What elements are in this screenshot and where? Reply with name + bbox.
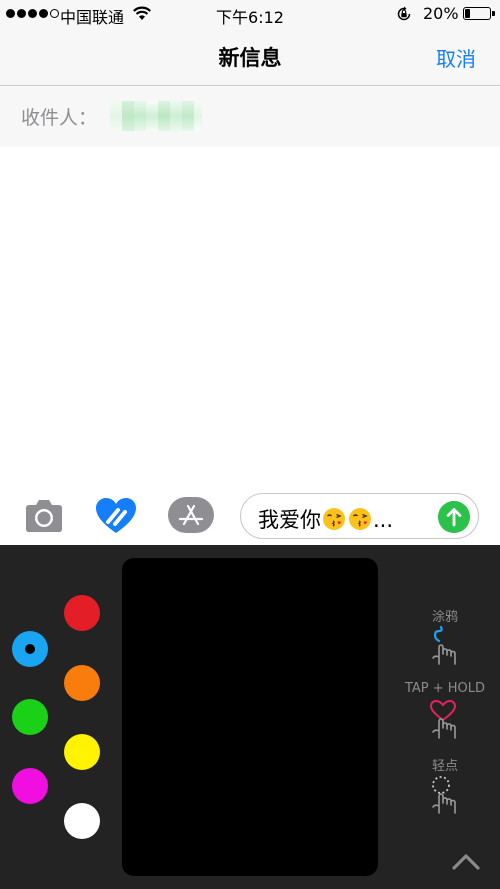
blur-pixel <box>110 101 122 131</box>
blur-pixel <box>194 101 202 131</box>
drawing-canvas[interactable] <box>122 558 378 876</box>
color-swatch-yellow[interactable] <box>64 734 100 770</box>
recipient-name-blurred[interactable] <box>110 101 202 131</box>
camera-icon[interactable] <box>23 496 65 536</box>
app-store-icon[interactable] <box>168 497 214 533</box>
battery-icon <box>463 7 495 20</box>
digital-touch-panel: 涂鸦 TAP + HOLD 轻点 <box>0 545 500 889</box>
message-text: 我爱你 ... <box>258 504 393 534</box>
chevron-up-icon[interactable] <box>450 850 482 872</box>
battery-percent: 20% <box>423 4 459 23</box>
orientation-lock-icon <box>397 6 411 21</box>
message-toolbar: 我爱你 ... <box>0 487 500 545</box>
finger-tap-icon <box>432 776 456 814</box>
status-bar: 中国联通 下午6:12 20% <box>0 0 500 28</box>
color-swatch-red[interactable] <box>64 595 100 631</box>
message-ellipsis: ... <box>373 508 394 532</box>
blur-pixel <box>158 101 170 131</box>
finger-heartbeat-icon <box>429 699 457 739</box>
recipient-label: 收件人： <box>21 107 98 129</box>
recipient-field[interactable]: 收件人： <box>0 87 500 147</box>
navigation-bar: 新信息 取消 <box>0 28 500 86</box>
send-arrow-icon[interactable] <box>438 501 470 533</box>
color-swatch-white[interactable] <box>64 803 100 839</box>
hint-tap-label: 轻点 <box>431 759 458 774</box>
blur-pixel <box>170 101 182 131</box>
color-swatch-green[interactable] <box>12 699 48 735</box>
battery-tip <box>492 11 495 16</box>
blur-pixel <box>122 101 134 131</box>
cancel-button[interactable]: 取消 <box>436 43 476 72</box>
kiss-emoji-icon <box>323 508 345 530</box>
blur-pixel <box>134 101 146 131</box>
blur-pixel <box>182 101 194 131</box>
hint-sketch-label: 涂鸦 <box>431 610 458 625</box>
message-text-value: 我爱你 <box>258 508 321 532</box>
kiss-emoji-icon <box>349 508 371 530</box>
color-swatch-orange[interactable] <box>64 665 100 701</box>
color-swatch-magenta[interactable] <box>12 768 48 804</box>
blur-pixel <box>146 101 158 131</box>
color-swatch-blue[interactable] <box>12 631 48 667</box>
hint-heartbeat-label: TAP + HOLD <box>404 681 486 696</box>
message-input[interactable]: 我爱你 ... <box>240 493 479 539</box>
finger-sketch-icon <box>432 625 456 665</box>
digital-touch-heart-icon[interactable] <box>95 496 137 536</box>
page-title: 新信息 <box>218 46 282 70</box>
battery-fill <box>465 9 470 18</box>
message-thread-area <box>0 147 500 487</box>
